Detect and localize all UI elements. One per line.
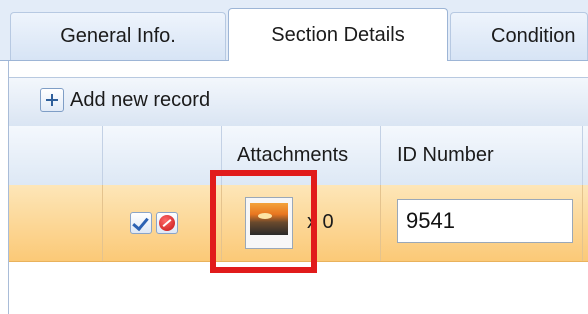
row-actions-cell	[103, 185, 222, 261]
tab-label: General Info.	[60, 25, 176, 47]
check-icon	[132, 213, 149, 232]
id-number-cell	[381, 185, 583, 261]
tab-general-info[interactable]: General Info.	[10, 12, 226, 60]
header-id-number[interactable]: ID Number	[381, 126, 583, 185]
cancel-row-button[interactable]	[156, 212, 178, 234]
add-new-record-button[interactable]: Add new record	[40, 88, 210, 112]
tab-section-details[interactable]: Section Details	[228, 8, 448, 61]
next-column-cell	[583, 185, 588, 261]
cancel-icon	[159, 215, 175, 231]
id-number-input[interactable]	[397, 199, 573, 243]
plus-icon	[40, 88, 64, 112]
save-row-button[interactable]	[130, 212, 152, 234]
header-cell-next	[583, 126, 588, 185]
tab-label: Condition	[491, 25, 576, 47]
grid-toolbar: Add new record	[9, 77, 588, 127]
highlight-box	[210, 170, 317, 273]
add-new-record-label: Add new record	[70, 88, 211, 111]
row-indicator-cell	[9, 185, 103, 261]
tab-label: Section Details	[271, 23, 405, 46]
tab-strip: General Info. Section Details Condition	[0, 0, 588, 61]
tab-condition[interactable]: Condition	[450, 12, 588, 60]
header-cell-blank-1	[9, 126, 103, 185]
header-cell-blank-2	[103, 126, 222, 185]
